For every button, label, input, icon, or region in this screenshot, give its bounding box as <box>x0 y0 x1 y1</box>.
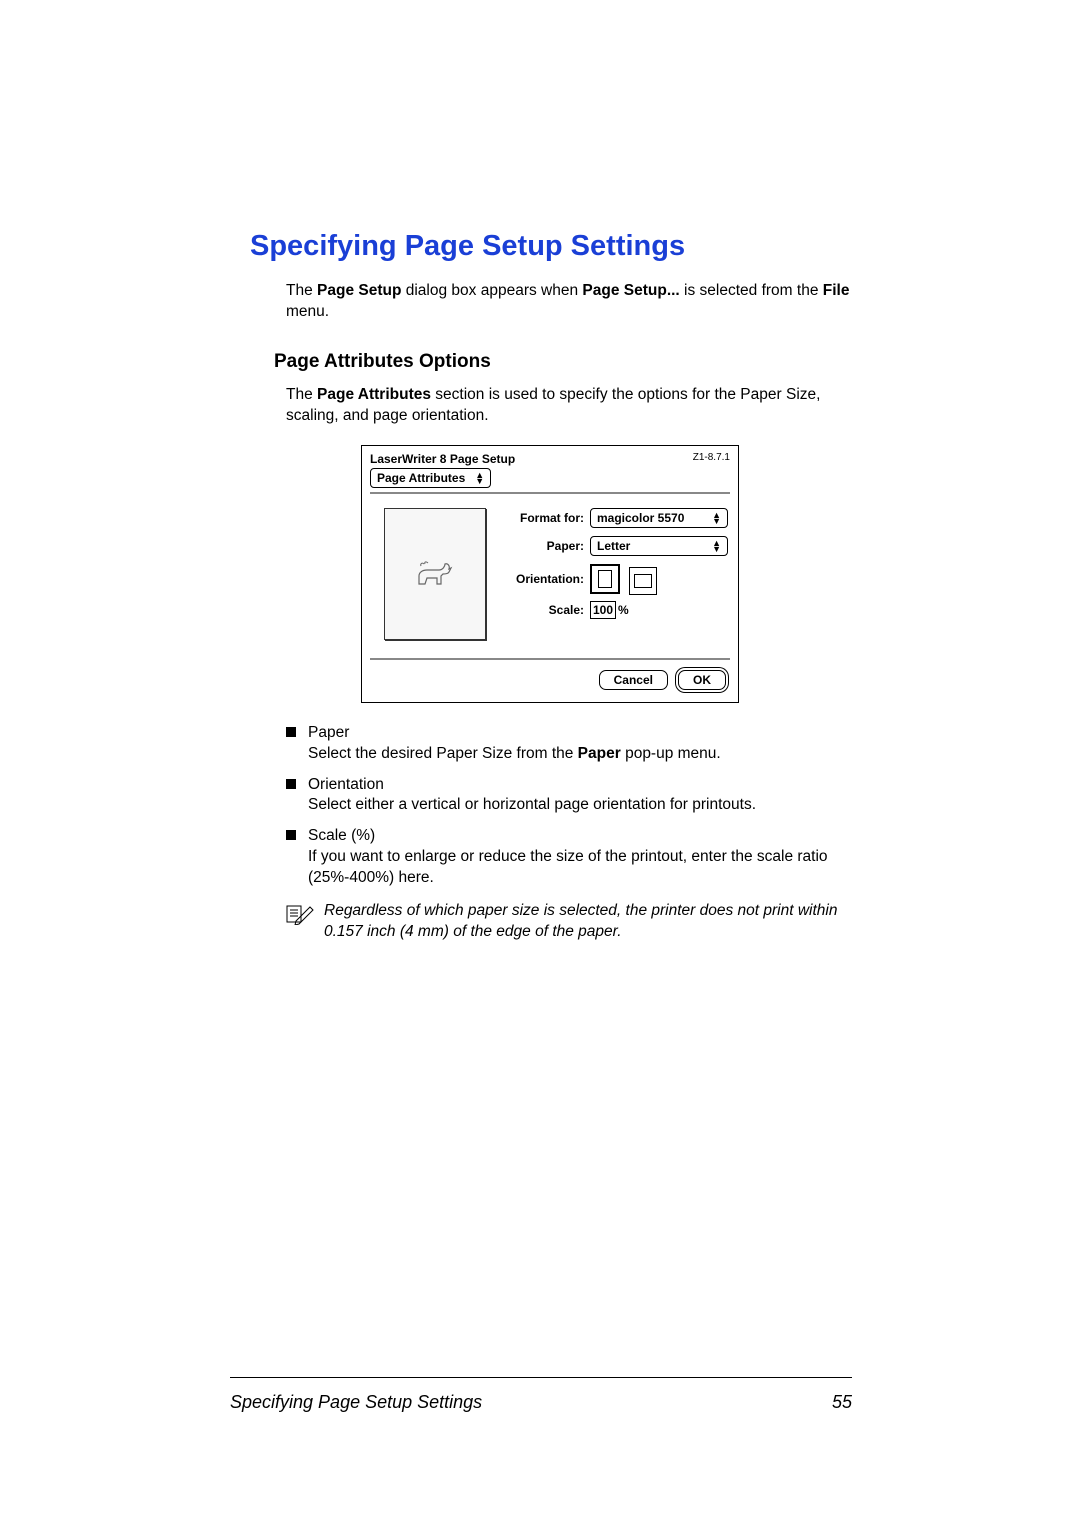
chevron-updown-icon: ▲▼ <box>712 540 721 552</box>
footer-page-number: 55 <box>832 1392 852 1413</box>
cancel-button[interactable]: Cancel <box>599 670 668 690</box>
format-for-label: Format for: <box>504 511 584 525</box>
percent-label: % <box>618 603 629 617</box>
dialog-version: Z1-8.7.1 <box>693 452 730 466</box>
section-popup-label: Page Attributes <box>377 471 465 485</box>
dog-icon <box>415 558 455 590</box>
note: Regardless of which paper size is select… <box>286 901 850 943</box>
bullet-icon <box>286 830 296 840</box>
orientation-portrait-button[interactable] <box>590 564 620 594</box>
paper-label: Paper: <box>504 539 584 553</box>
bullet-body: Select either a vertical or horizontal p… <box>308 796 756 813</box>
scale-input[interactable]: 100 <box>590 601 616 619</box>
note-icon <box>286 903 314 943</box>
bullet-body: If you want to enlarge or reduce the siz… <box>308 848 828 886</box>
list-item: Orientation Select either a vertical or … <box>286 775 850 817</box>
section-heading: Page Attributes Options <box>274 351 850 373</box>
list-item: Scale (%) If you want to enlarge or redu… <box>286 826 850 889</box>
page-footer: Specifying Page Setup Settings 55 <box>230 1392 852 1413</box>
page-preview <box>384 508 486 640</box>
chevron-updown-icon: ▲▼ <box>712 512 721 524</box>
intro-post-2: menu. <box>286 303 329 320</box>
portrait-icon <box>598 570 612 588</box>
paper-select[interactable]: Letter ▲▼ <box>590 536 728 556</box>
list-item: Paper Select the desired Paper Size from… <box>286 723 850 765</box>
section-para: The Page Attributes section is used to s… <box>286 385 850 427</box>
footer-rule <box>230 1377 852 1378</box>
para-bold: Page Attributes <box>317 386 431 403</box>
landscape-icon <box>634 574 652 588</box>
bullet-head: Paper <box>308 724 349 741</box>
para-pre: The <box>286 386 317 403</box>
dialog-title: LaserWriter 8 Page Setup <box>370 452 515 466</box>
intro-post-1: is selected from the <box>680 282 823 299</box>
bullet-head: Orientation <box>308 776 384 793</box>
paper-value: Letter <box>597 539 630 553</box>
intro-bold-1: Page Setup <box>317 282 401 299</box>
orientation-landscape-button[interactable] <box>629 567 657 595</box>
page-title: Specifying Page Setup Settings <box>250 230 850 263</box>
intro-pre: The <box>286 282 317 299</box>
intro-mid: dialog box appears when <box>401 282 582 299</box>
intro-text: The Page Setup dialog box appears when P… <box>286 281 850 323</box>
bullet-icon <box>286 779 296 789</box>
ok-button[interactable]: OK <box>678 670 726 690</box>
bullet-icon <box>286 727 296 737</box>
bullet-body-bold: Paper <box>578 745 621 762</box>
section-popup[interactable]: Page Attributes ▲▼ <box>370 468 491 488</box>
page-setup-dialog: LaserWriter 8 Page Setup Z1-8.7.1 Page A… <box>361 445 739 703</box>
scale-label: Scale: <box>504 603 584 617</box>
format-for-value: magicolor 5570 <box>597 511 684 525</box>
intro-bold-2: Page Setup... <box>582 282 679 299</box>
option-list: Paper Select the desired Paper Size from… <box>286 723 850 889</box>
intro-bold-3: File <box>823 282 850 299</box>
note-text: Regardless of which paper size is select… <box>324 901 850 943</box>
footer-title: Specifying Page Setup Settings <box>230 1392 482 1413</box>
bullet-body-post: pop-up menu. <box>621 745 721 762</box>
chevron-updown-icon: ▲▼ <box>475 472 484 484</box>
bullet-body-pre: Select the desired Paper Size from the <box>308 745 578 762</box>
bullet-head: Scale (%) <box>308 827 375 844</box>
orientation-label: Orientation: <box>504 572 584 586</box>
divider <box>370 658 730 660</box>
format-for-select[interactable]: magicolor 5570 ▲▼ <box>590 508 728 528</box>
